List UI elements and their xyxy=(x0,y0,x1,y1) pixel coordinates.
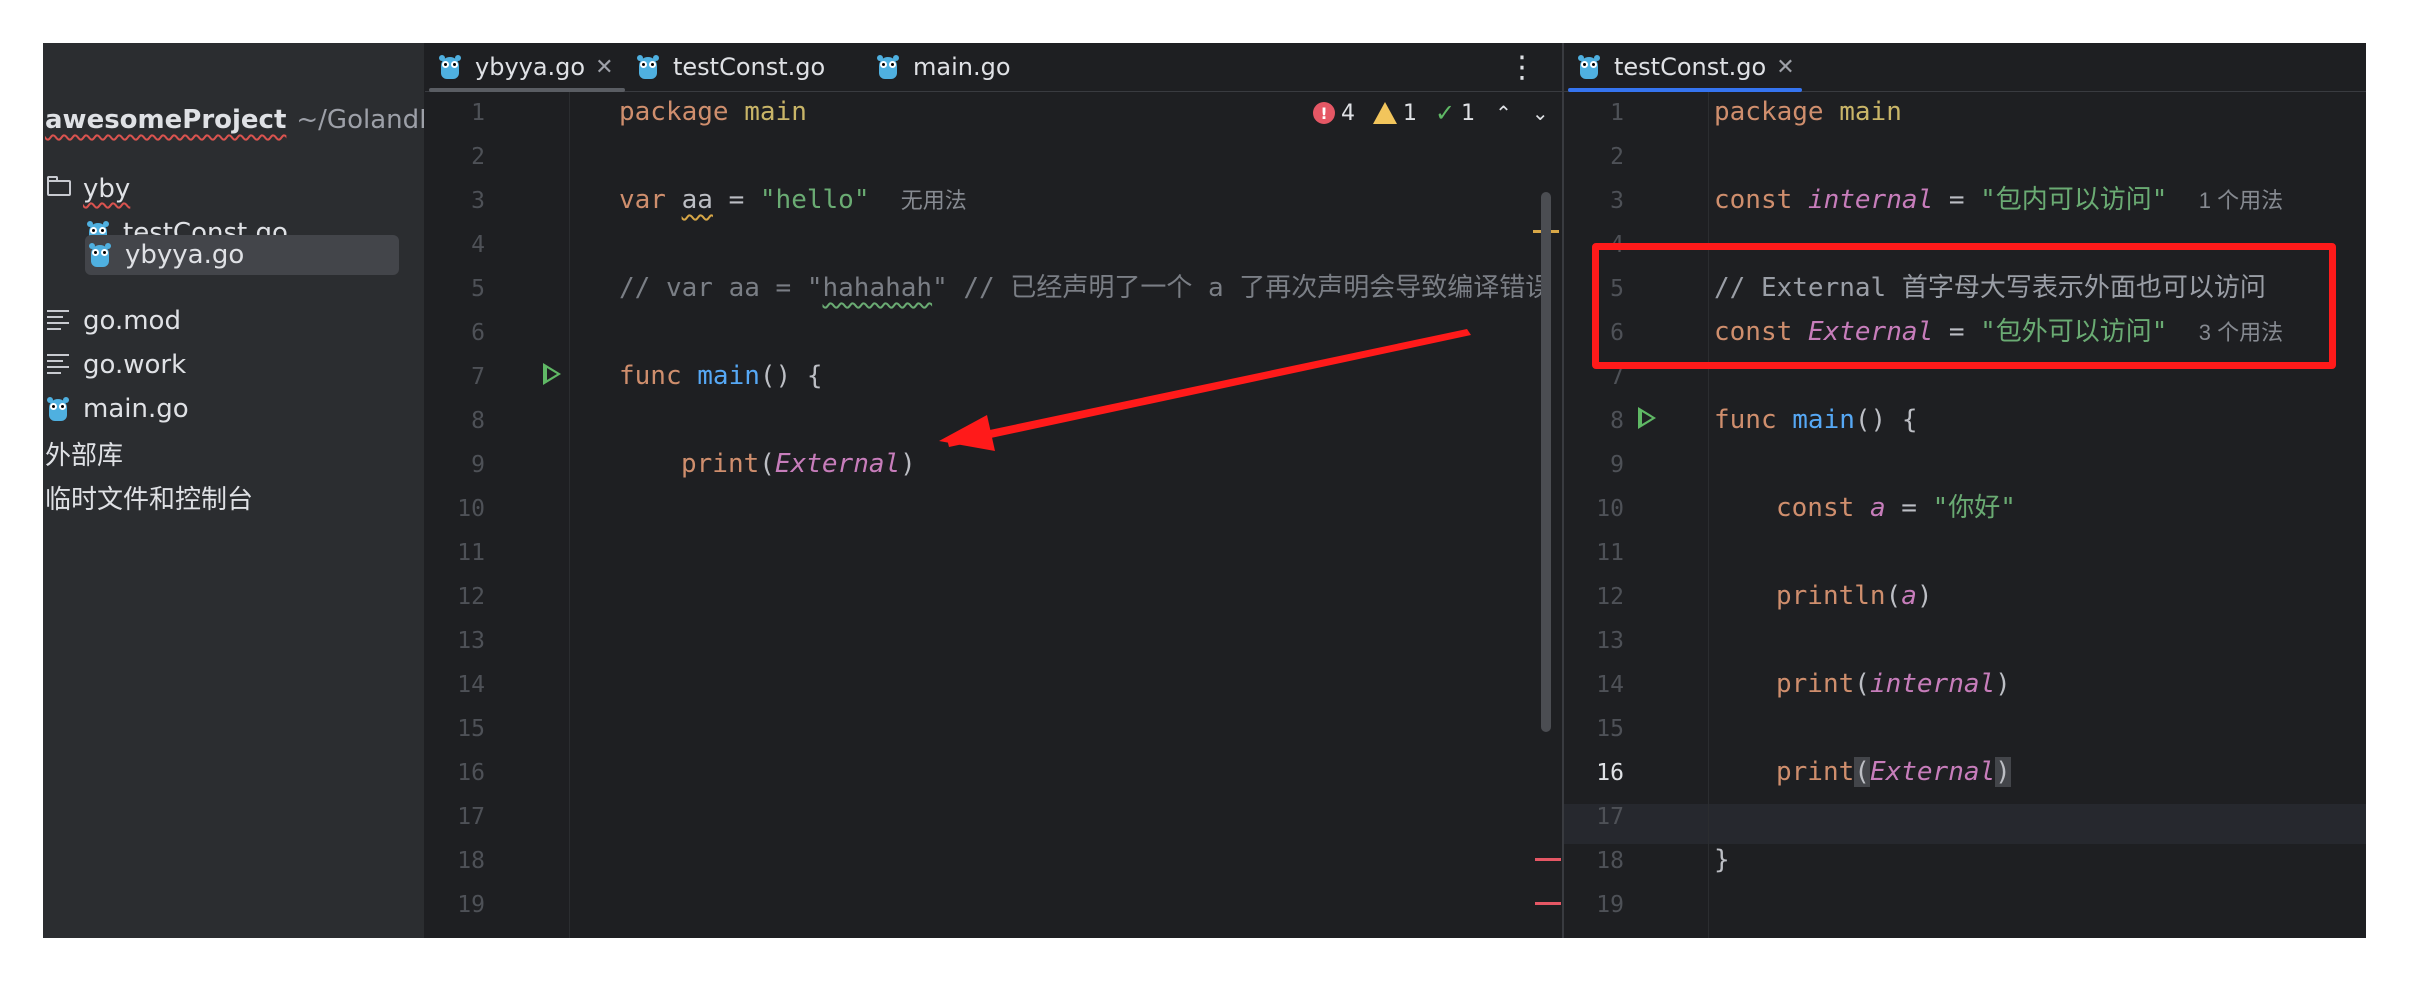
arrow-shaft xyxy=(947,329,1471,447)
ide-window: awesomeProject~/GolandPro yby testConst.… xyxy=(43,43,2366,938)
arrow-head xyxy=(939,415,995,451)
annotation-arrow xyxy=(939,329,1471,451)
